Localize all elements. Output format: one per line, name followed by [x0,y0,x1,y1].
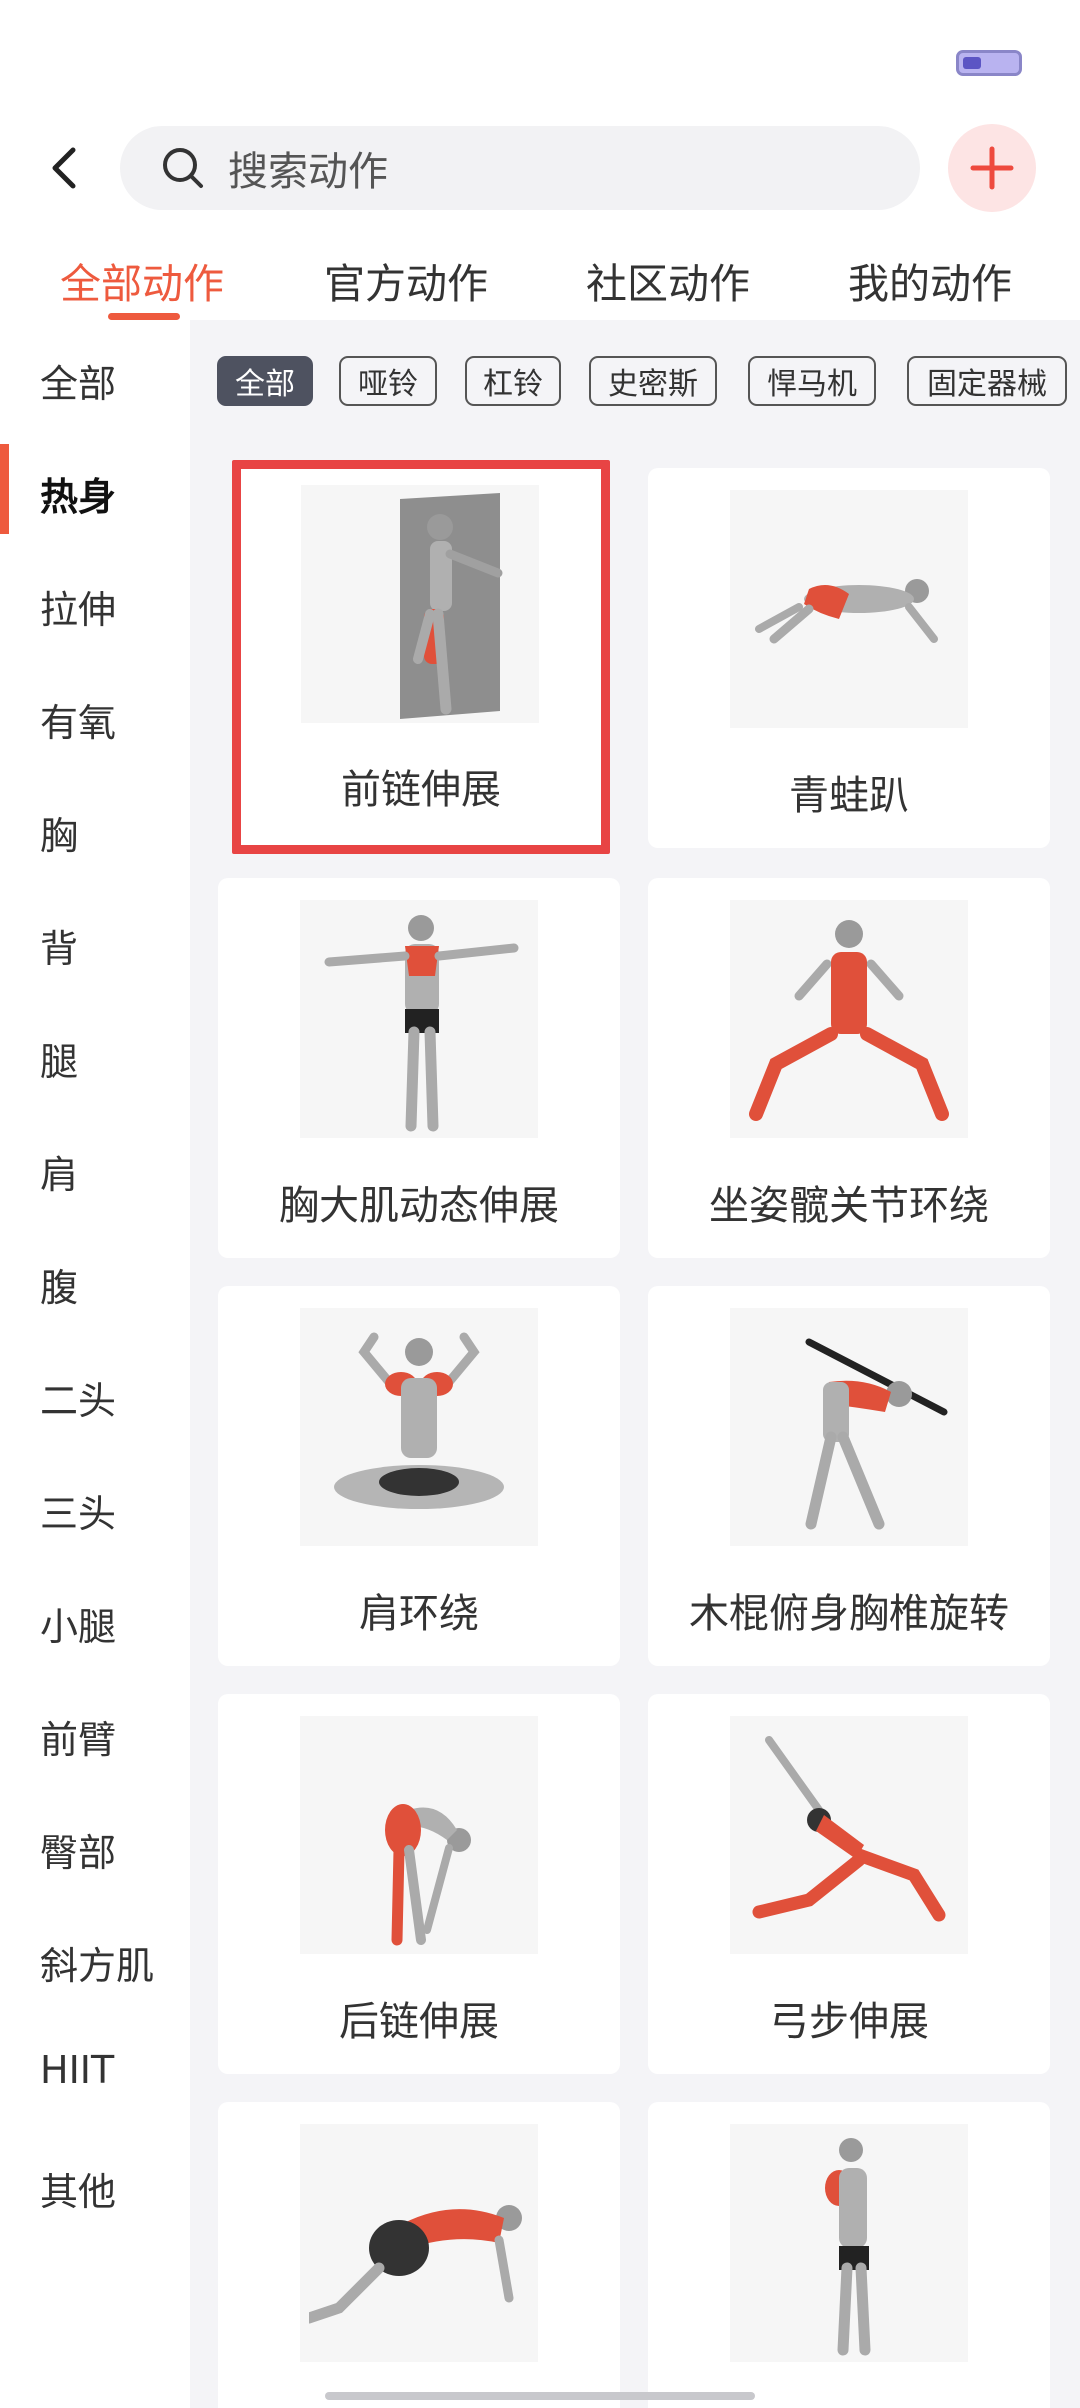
exercise-content: 全部 哑铃 杠铃 史密斯 悍马机 固定器械 前链伸展 青蛙趴 胸大肌动态伸展 坐… [190,320,1080,2408]
sidebar-item-legs[interactable]: 腿 [40,1031,78,1086]
exercise-name: 前链伸展 [341,767,501,813]
battery-icon [956,50,1022,76]
exercise-card[interactable]: 弓步伸展 [648,1694,1050,2074]
back-button[interactable] [36,130,92,206]
exercise-card[interactable]: 胸大肌动态伸展 [218,878,620,1258]
exercise-name: 弓步伸展 [769,1999,929,2045]
sidebar-item-glutes[interactable]: 臀部 [40,1822,116,1877]
sidebar-item-hiit[interactable]: HIIT [40,2048,114,2092]
sidebar-item-abs[interactable]: 腹 [40,1257,78,1312]
filter-hammer[interactable]: 悍马机 [748,356,876,406]
active-tab-indicator [108,313,180,320]
exercise-thumbnail [730,490,968,728]
exercise-name: 胸大肌动态伸展 [279,1183,559,1229]
search-input[interactable]: 搜索动作 [120,126,920,210]
sidebar-item-all[interactable]: 全部 [40,353,116,408]
exercise-card[interactable]: 猫牛式 [218,2102,620,2408]
body-part-sidebar: 全部 热身 拉伸 有氧 胸 背 腿 肩 腹 二头 三头 小腿 前臂 臀部 斜方肌… [0,320,190,2408]
exercise-library-screen: 搜索动作 全部动作 官方动作 社区动作 我的动作 全部 热身 拉伸 有氧 胸 背… [0,0,1080,2408]
sidebar-item-chest[interactable]: 胸 [40,805,78,860]
exercise-thumbnail [730,1308,968,1546]
add-exercise-button[interactable] [948,124,1036,212]
exercise-thumbnail [300,1308,538,1546]
exercise-name: 坐姿髋关节环绕 [709,1183,989,1229]
tab-my-exercises[interactable]: 我的动作 [848,250,1012,310]
status-bar [0,0,1080,100]
exercise-thumbnail [300,2124,538,2362]
sidebar-item-triceps[interactable]: 三头 [40,1483,116,1538]
exercise-card[interactable]: 肩环绕 [218,1286,620,1666]
exercise-card[interactable]: 坐姿髋关节环绕 [648,878,1050,1258]
sidebar-item-back[interactable]: 背 [40,918,78,973]
tab-community-exercises[interactable]: 社区动作 [586,250,750,310]
exercise-thumbnail [300,1716,538,1954]
sidebar-item-warmup[interactable]: 热身 [40,466,116,521]
exercise-card[interactable]: 前链伸展 [232,460,610,854]
exercise-card[interactable]: 青蛙趴 [648,468,1050,848]
exercise-name: 青蛙趴 [789,773,909,819]
exercise-thumbnail [301,485,539,723]
filter-barbell[interactable]: 杠铃 [465,356,561,406]
exercise-card[interactable]: 后链伸展 [218,1694,620,2074]
filter-fixed-machine[interactable]: 固定器械 [907,356,1067,406]
filter-all[interactable]: 全部 [217,356,313,406]
tab-all-exercises[interactable]: 全部动作 [60,250,224,310]
search-placeholder: 搜索动作 [228,149,388,195]
filter-smith[interactable]: 史密斯 [589,356,717,406]
exercise-name: 木棍俯身胸椎旋转 [689,1591,1009,1637]
exercise-card[interactable]: 单臂侧平 [648,2102,1050,2408]
exercise-name: 后链伸展 [339,1999,499,2045]
exercise-thumbnail [730,900,968,1138]
sidebar-item-trapezius[interactable]: 斜方肌 [40,1935,154,1990]
exercise-card[interactable]: 木棍俯身胸椎旋转 [648,1286,1050,1666]
plus-icon [970,146,1014,190]
exercise-thumbnail [300,900,538,1138]
sidebar-item-biceps[interactable]: 二头 [40,1370,116,1425]
sidebar-item-stretch[interactable]: 拉伸 [40,579,116,634]
sidebar-item-shoulders[interactable]: 肩 [40,1144,78,1199]
exercise-name: 肩环绕 [359,1591,479,1637]
sidebar-active-indicator [0,444,9,534]
sidebar-item-forearms[interactable]: 前臂 [40,1709,116,1764]
sidebar-item-other[interactable]: 其他 [40,2161,116,2216]
exercise-thumbnail [730,1716,968,1954]
exercise-thumbnail [730,2124,968,2362]
sidebar-item-cardio[interactable]: 有氧 [40,692,116,747]
search-icon [163,148,203,188]
home-indicator[interactable] [325,2392,755,2400]
sidebar-item-calves[interactable]: 小腿 [40,1596,116,1651]
chevron-left-icon [52,147,76,189]
filter-dumbbell[interactable]: 哑铃 [339,356,437,406]
tab-official-exercises[interactable]: 官方动作 [324,250,488,310]
category-tabs: 全部动作 官方动作 社区动作 我的动作 [0,250,1080,320]
